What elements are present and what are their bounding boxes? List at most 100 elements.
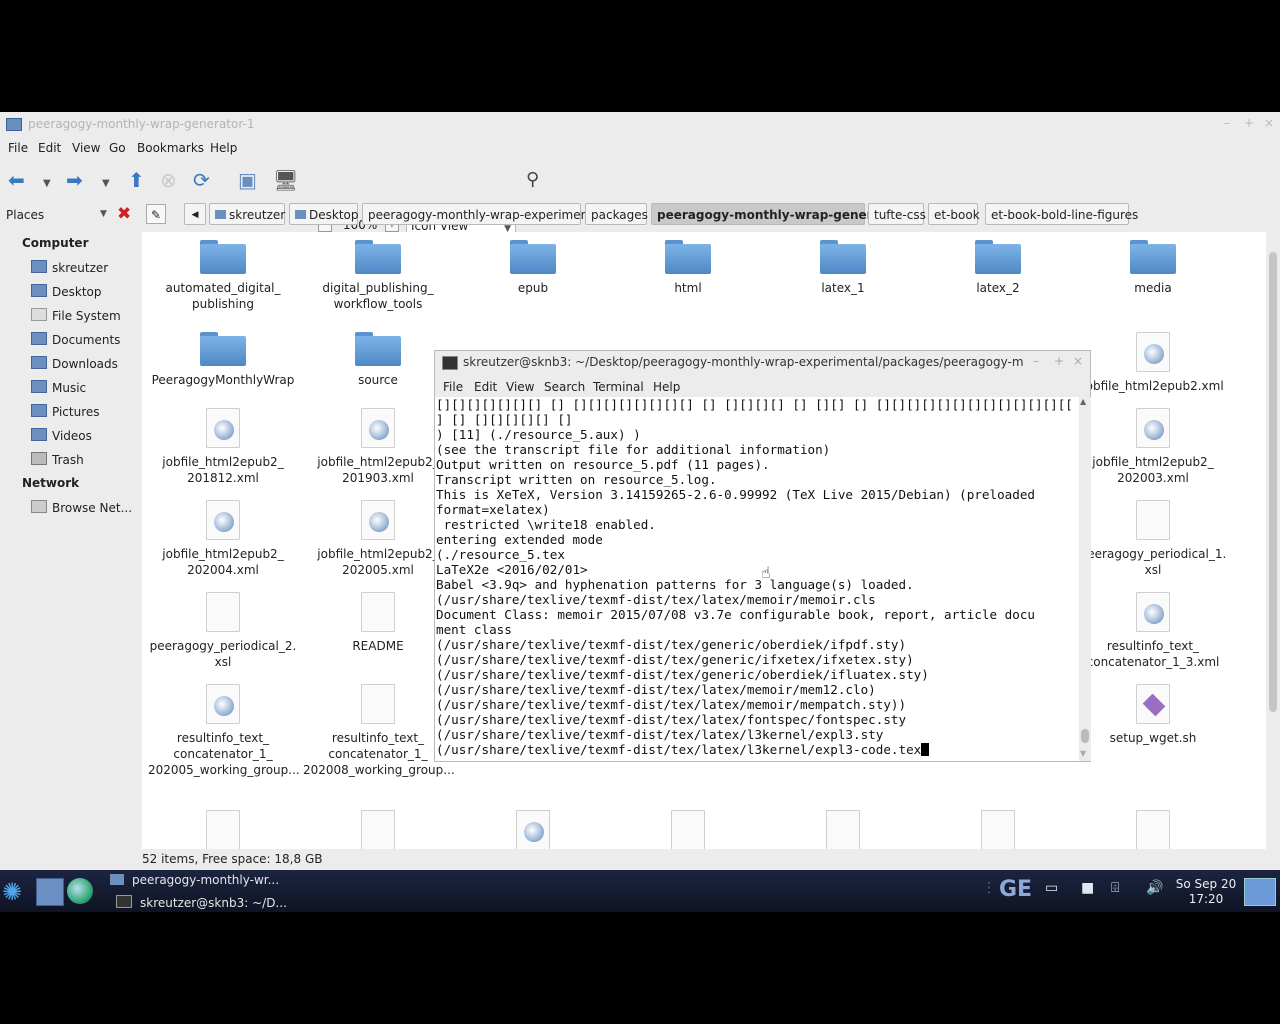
folder-item[interactable]: PeeragogyMonthlyWrap [148, 332, 298, 388]
reload-icon[interactable]: ⟳ [193, 170, 210, 190]
chevron-down-icon[interactable]: ▼ [100, 209, 107, 219]
sidebar-item-documents[interactable]: Documents [31, 332, 120, 347]
clock[interactable]: So Sep 20 17:20 [1170, 877, 1242, 907]
window-icon[interactable]: ■ [1081, 880, 1094, 896]
up-arrow-icon[interactable]: ⬆ [128, 170, 145, 190]
scrollbar-thumb[interactable] [1269, 252, 1277, 712]
terminal-menu-view[interactable]: View [506, 380, 534, 394]
menu-bookmarks[interactable]: Bookmarks [137, 141, 204, 155]
vertical-scrollbar[interactable] [1266, 232, 1280, 849]
folder-item[interactable]: latex_1 [768, 240, 918, 296]
terminal-maximize-button[interactable]: + [1054, 354, 1064, 368]
terminal-menu-edit[interactable]: Edit [474, 380, 497, 394]
sidebar-item-videos[interactable]: Videos [31, 428, 92, 443]
terminal-menu-search[interactable]: Search [544, 380, 585, 394]
file-item[interactable] [613, 810, 763, 849]
folder-item[interactable]: epub [458, 240, 608, 296]
network-icon[interactable]: ⌹ [1111, 880, 1119, 896]
battery-icon[interactable]: ▭ [1045, 880, 1058, 896]
side-pane-selector[interactable]: Places [6, 208, 44, 222]
file-item[interactable]: peeragogy_periodical_1. xsl [1078, 500, 1228, 578]
file-item[interactable]: resultinfo_text_ concatenator_1_ 202005_wo… [148, 684, 300, 778]
sidebar-item-music[interactable]: Music [31, 380, 86, 395]
app-menu-icon[interactable]: ✺ [2, 878, 28, 906]
crumb-et-book[interactable]: et-book [928, 203, 980, 225]
back-arrow-icon[interactable]: ⬅ [8, 170, 25, 190]
file-item[interactable]: peeragogy_periodical_2. xsl [148, 592, 298, 670]
file-item[interactable]: setup_wget.sh [1078, 684, 1228, 746]
sidebar-item-pictures[interactable]: Pictures [31, 404, 100, 419]
file-item[interactable]: resultinfo_text_ concatenator_1_3.xml [1078, 592, 1228, 670]
file-item[interactable]: jobfile_html2epub2_ 201903.xml [303, 408, 453, 486]
show-desktop-icon[interactable] [1244, 878, 1276, 906]
terminal-output[interactable]: [][][][][][][] [] [][][][][][][][] [] []… [435, 397, 1079, 761]
folder-item[interactable]: digital_publishing_ workflow_tools [303, 240, 453, 312]
menu-edit[interactable]: Edit [38, 141, 61, 155]
edit-location-icon[interactable]: ✎ [146, 204, 166, 224]
sidebar-item-filesystem[interactable]: File System [31, 308, 121, 323]
maximize-button[interactable]: + [1244, 116, 1254, 130]
file-item[interactable]: jobfile_html2epub2_ 202004.xml [148, 500, 298, 578]
terminal-menu-file[interactable]: File [443, 380, 463, 394]
crumb-scroll-left-icon[interactable]: ◀ [184, 203, 206, 225]
terminal-scrollbar-thumb[interactable] [1081, 729, 1089, 743]
folder-item[interactable]: media [1078, 240, 1228, 296]
menu-file[interactable]: File [8, 141, 28, 155]
crumb-experimental[interactable]: peeragogy-monthly-wrap-experimental [362, 203, 604, 225]
file-item[interactable]: jobfile_html2epub2_ 202003.xml [1078, 408, 1228, 486]
file-item[interactable] [1078, 810, 1228, 849]
file-item[interactable] [768, 810, 918, 849]
crumb-skreutzer[interactable]: skreutzer [209, 203, 285, 225]
terminal-title[interactable]: skreutzer@sknb3: ~/Desktop/peeragogy-mon… [463, 355, 1023, 369]
folder-item[interactable]: source [303, 332, 453, 388]
file-item[interactable] [458, 810, 608, 849]
folder-item[interactable]: html [613, 240, 763, 296]
task-terminal[interactable]: skreutzer@sknb3: ~/D... [116, 895, 287, 915]
file-item[interactable]: jobfile_html2epub2_ 201812.xml [148, 408, 298, 486]
file-item[interactable] [148, 810, 298, 849]
crumb-packages[interactable]: packages [585, 203, 648, 225]
menu-view[interactable]: View [72, 141, 100, 155]
minimize-button[interactable]: – [1224, 116, 1230, 130]
file-item[interactable] [923, 810, 1073, 849]
crumb-et-book-bold[interactable]: et-book-bold-line-figures [985, 203, 1138, 225]
sidebar-item-downloads[interactable]: Downloads [31, 356, 118, 371]
forward-arrow-icon[interactable]: ➡ [66, 170, 83, 190]
stop-icon[interactable]: ⊗ [160, 170, 177, 190]
terminal-close-button[interactable]: × [1073, 354, 1083, 368]
crumb-generator-1[interactable]: peeragogy-monthly-wrap-generator-1 [651, 203, 914, 225]
sidebar-item-trash[interactable]: Trash [31, 452, 84, 467]
sidebar-item-skreutzer[interactable]: skreutzer [31, 260, 108, 275]
menu-go[interactable]: Go [109, 141, 126, 155]
terminal-minimize-button[interactable]: – [1033, 354, 1039, 368]
folder-item[interactable]: latex_2 [923, 240, 1073, 296]
file-item[interactable]: jobfile_html2epub2_ 202005.xml [303, 500, 453, 578]
file-item[interactable]: jobfile_html2epub2.xml [1078, 332, 1228, 394]
computer-icon[interactable]: 🖥 [273, 170, 298, 190]
home-folder-icon[interactable]: ▣ [238, 170, 257, 190]
menu-help[interactable]: Help [210, 141, 237, 155]
folder-item[interactable]: automated_digital_ publishing [148, 240, 298, 312]
terminal-scrollbar[interactable]: ▲ ▼ [1079, 397, 1091, 761]
terminal-menu-terminal[interactable]: Terminal [593, 380, 644, 394]
close-pane-icon[interactable]: ✖ [117, 204, 131, 224]
terminal-menu-help[interactable]: Help [653, 380, 680, 394]
crumb-tufte-css[interactable]: tufte-css [868, 203, 926, 225]
file-item[interactable] [303, 810, 453, 849]
forward-history-dropdown-icon[interactable]: ▼ [102, 174, 110, 194]
volume-icon[interactable]: 🔊 [1146, 880, 1163, 896]
scroll-down-icon[interactable]: ▼ [1080, 749, 1086, 758]
back-history-dropdown-icon[interactable]: ▼ [43, 174, 51, 194]
keyboard-layout-indicator[interactable]: GE [999, 877, 1032, 902]
search-icon[interactable]: ⚲ [526, 170, 539, 190]
title-bar[interactable]: peeragogy-monthly-wrap-generator-1 – + × [0, 112, 1280, 136]
file-item[interactable]: README [303, 592, 453, 654]
scroll-up-icon[interactable]: ▲ [1080, 397, 1086, 406]
task-file-manager[interactable]: peeragogy-monthly-wr... [110, 873, 279, 893]
close-button[interactable]: × [1264, 116, 1274, 130]
home-folder-launcher-icon[interactable] [36, 878, 64, 906]
web-browser-icon[interactable] [67, 878, 93, 904]
crumb-desktop[interactable]: Desktop [289, 203, 359, 225]
file-item[interactable]: resultinfo_text_ concatenator_1_ 202008_wo… [303, 684, 455, 778]
sidebar-item-browse-network[interactable]: Browse Net... [31, 500, 132, 515]
